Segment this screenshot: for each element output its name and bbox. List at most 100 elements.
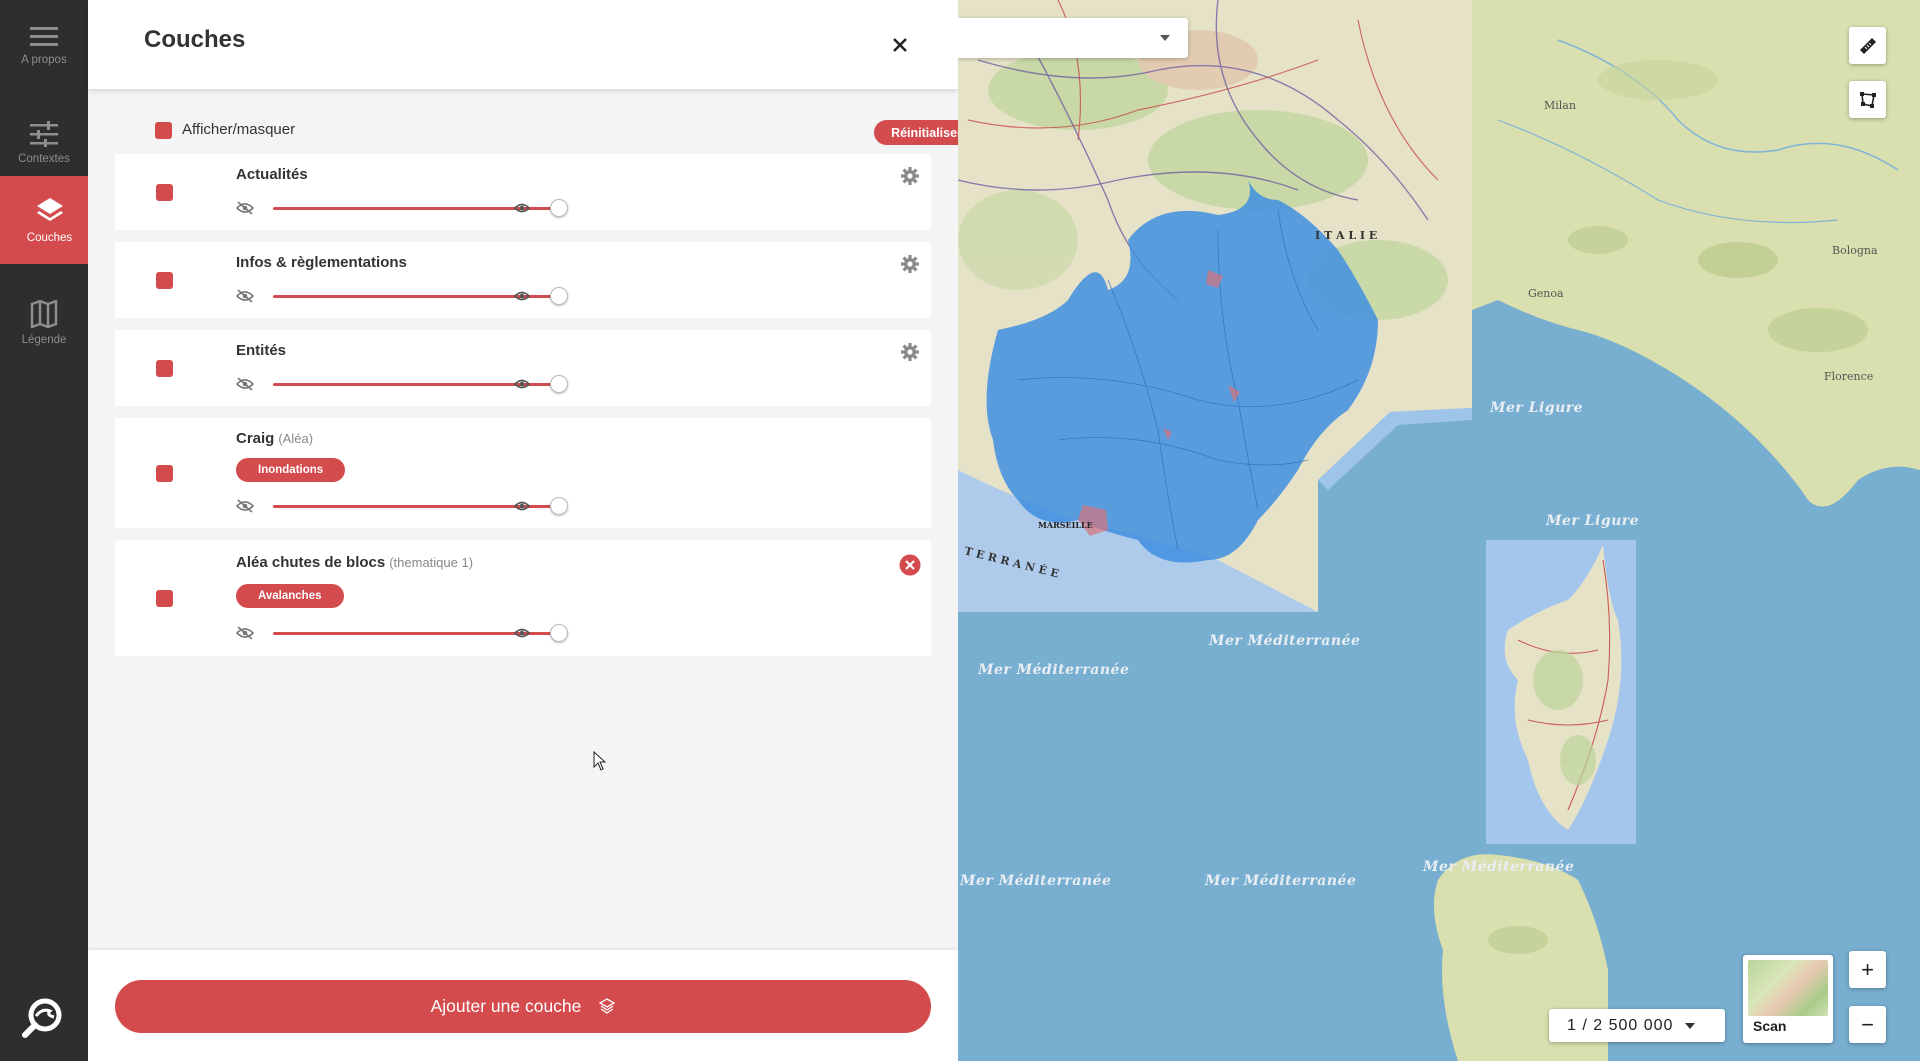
toggle-all-checkbox[interactable] [155,122,172,139]
layer-name-text: Craig [236,430,275,447]
scale-select[interactable]: 1 / 2 500 000 [1549,1009,1725,1042]
toggle-all-label: Afficher/masquer [182,121,296,138]
layer-tag: Inondations [236,458,346,482]
map-label: I T A L I E [1315,229,1378,242]
map-label: Genoa [1528,287,1564,300]
layer-name: Actualités [236,166,308,183]
map-label: Florence [1824,370,1874,383]
layers-icon [599,997,616,1014]
layer-name: Aléa chutes de blocs (thematique 1) [236,554,473,571]
nav-item-couches[interactable]: Couches [0,176,99,264]
mouse-cursor-icon [593,751,607,771]
scale-value: 1 / 2 500 000 [1567,1016,1674,1034]
chevron-down-icon [1160,35,1170,41]
layer-name-text: Actualités [236,166,308,183]
layer-name: Craig (Aléa) [236,430,313,447]
basemap-thumbnail [1748,960,1828,1016]
layer-name-text: Aléa chutes de blocs [236,554,386,571]
layer-checkbox[interactable] [156,272,173,289]
panel-footer: Ajouter une couche [88,950,958,1061]
map-label: Mer Méditerranée [1209,633,1361,649]
layer-card-infos: Infos & règlementations [115,242,931,318]
opacity-slider-thumb[interactable] [550,199,568,217]
opacity-slider-thumb[interactable] [550,287,568,305]
eye-off-icon[interactable] [236,201,254,215]
zoom-out-button[interactable]: − [1849,1006,1886,1043]
map-view[interactable]: Mer Ligure Mer Ligure Mer Méditerranée M… [958,0,1920,1061]
layer-tag: Avalanches [236,584,344,608]
eye-off-icon[interactable] [236,289,254,303]
draw-polygon-button[interactable] [1849,81,1886,118]
eye-icon[interactable] [514,627,530,639]
sliders-icon [30,121,58,147]
gear-icon[interactable] [900,166,920,186]
polygon-draw-icon [1859,91,1876,108]
nav-item-legende[interactable]: Légende [0,280,88,366]
basemap-switcher[interactable]: Scan [1743,955,1833,1043]
nav-item-contextes[interactable]: Contextes [0,100,88,186]
zoom-out-label: − [1861,1011,1874,1037]
toggle-all-row: Afficher/masquer Réinitialiser [155,120,998,150]
nav-item-a-propos[interactable]: A propos [0,3,88,89]
eye-icon[interactable] [514,202,530,214]
opacity-slider-thumb[interactable] [550,497,568,515]
gear-icon[interactable] [900,254,920,274]
layer-card-alea-chutes: Aléa chutes de blocs (thematique 1) Avala… [115,540,931,656]
eye-off-icon[interactable] [236,499,254,513]
layer-checkbox[interactable] [156,465,173,482]
layer-checkbox[interactable] [156,360,173,377]
layer-subtitle: (Aléa) [278,431,314,446]
main-nav: A propos Contextes Couches Légende [0,0,99,1061]
close-icon[interactable] [888,33,912,57]
layer-card-actualites: Actualités [115,154,931,230]
opacity-slider-thumb[interactable] [550,624,568,642]
layer-name-text: Infos & règlementations [236,254,407,271]
layer-card-craig: Craig (Aléa) Inondations [115,418,931,528]
map-canvas [958,0,1920,1061]
add-layer-button[interactable]: Ajouter une couche [115,980,931,1033]
layer-checkbox[interactable] [156,184,173,201]
nav-label: Couches [26,232,73,244]
search-logo-icon[interactable] [20,995,66,1041]
measure-button[interactable] [1849,27,1886,64]
layer-card-entites: Entités [115,330,931,406]
map-label: Mer Méditerranée [1205,873,1357,889]
reset-label: Réinitialiser [891,125,962,140]
layer-name: Entités [236,342,286,359]
nav-label: Légende [21,334,67,346]
map-layer-select[interactable] [958,18,1188,58]
chevron-down-icon [1685,1022,1696,1029]
layer-checkbox[interactable] [156,590,173,607]
map-label: Mer Méditerranée [978,662,1130,678]
nav-label: Contextes [18,153,70,165]
map-label: Mer Ligure [1546,513,1640,529]
layers-panel: Couches Afficher/masquer Réinitialiser A… [88,0,998,1061]
map-label: Mer Méditerranée [1423,859,1575,875]
eye-off-icon[interactable] [236,626,254,640]
menu-icon [30,27,58,46]
map-label: Bologna [1832,244,1878,257]
eye-icon[interactable] [514,500,530,512]
zoom-in-label: + [1861,956,1874,982]
zoom-in-button[interactable]: + [1849,951,1886,988]
panel-title: Couches [144,26,246,53]
remove-icon[interactable] [899,554,921,576]
ruler-icon [1859,37,1876,54]
add-layer-label: Ajouter une couche [430,996,582,1016]
layer-subtitle: (thematique 1) [389,555,474,570]
layer-name-text: Entités [236,342,287,359]
layer-name: Infos & règlementations [236,254,407,271]
map-label: Mer Ligure [1490,400,1584,416]
layers-icon [36,198,63,221]
eye-off-icon[interactable] [236,377,254,391]
eye-icon[interactable] [514,378,530,390]
map-book-icon [30,300,58,328]
nav-label: A propos [21,54,67,66]
map-label: Milan [1544,99,1576,112]
opacity-slider-thumb[interactable] [550,375,568,393]
basemap-label: Scan [1753,1018,1787,1034]
eye-icon[interactable] [514,290,530,302]
panel-header: Couches [88,0,958,89]
map-label: MARSEILLE [1038,520,1093,530]
gear-icon[interactable] [900,342,920,362]
